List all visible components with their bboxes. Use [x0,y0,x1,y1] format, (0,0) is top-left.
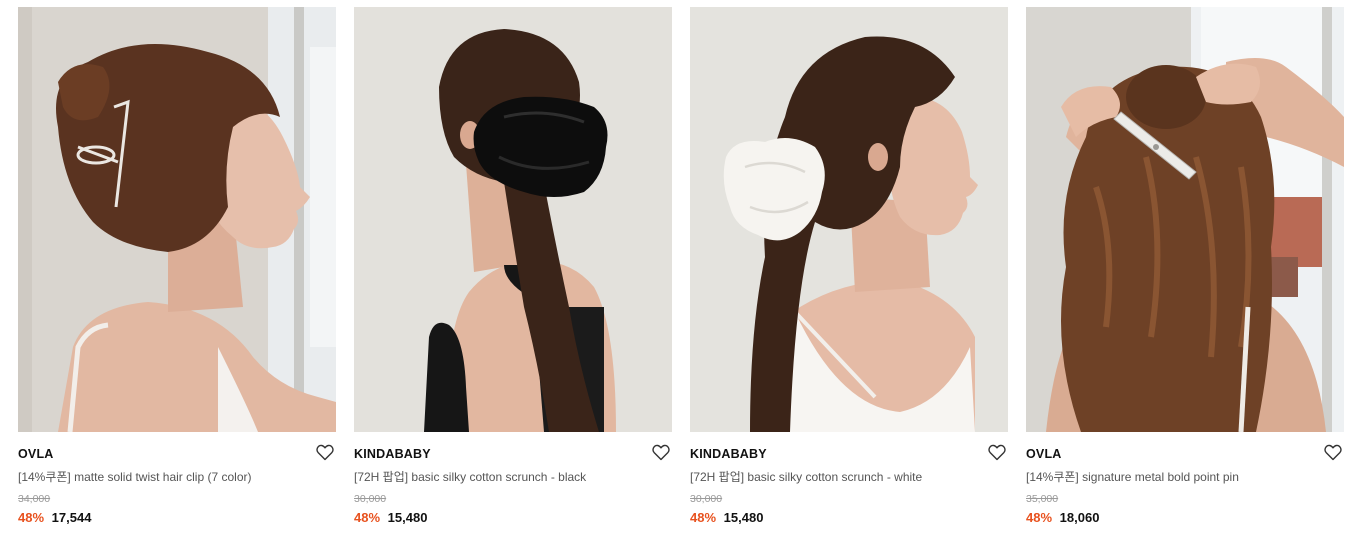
price-row: 48% 18,060 [1026,510,1344,526]
discount-rate: 48% [354,510,381,525]
sale-price: 15,480 [387,510,428,525]
price-row: 48% 17,544 [18,510,336,526]
sale-price: 17,544 [51,510,92,525]
product-name[interactable]: [14%쿠폰] matte solid twist hair clip (7 c… [18,470,336,485]
original-price: 30,000 [690,493,723,505]
product-card[interactable]: KINDABABY [72H 팝업] basic silky cotton sc… [690,7,1008,526]
product-card[interactable]: OVLA [14%쿠폰] matte solid twist hair clip… [18,7,336,526]
price-row: 48% 15,480 [354,510,672,526]
product-info: KINDABABY [72H 팝업] basic silky cotton sc… [690,432,1008,526]
product-name[interactable]: [14%쿠폰] signature metal bold point pin [1026,470,1344,485]
product-image[interactable] [1026,7,1344,432]
product-image[interactable] [690,7,1008,432]
heart-outline-icon[interactable] [652,444,670,461]
heart-outline-icon[interactable] [1324,444,1342,461]
product-name[interactable]: [72H 팝업] basic silky cotton scrunch - wh… [690,470,1008,485]
heart-outline-icon[interactable] [316,444,334,461]
original-price: 34,000 [18,493,51,505]
discount-rate: 48% [18,510,45,525]
product-image[interactable] [354,7,672,432]
brand-name[interactable]: OVLA [1026,446,1344,462]
brand-name[interactable]: KINDABABY [354,446,672,462]
discount-rate: 48% [1026,510,1053,525]
product-info: OVLA [14%쿠폰] matte solid twist hair clip… [18,432,336,526]
sale-price: 18,060 [1059,510,1100,525]
sale-price: 15,480 [723,510,764,525]
product-card[interactable]: KINDABABY [72H 팝업] basic silky cotton sc… [354,7,672,526]
price-row: 48% 15,480 [690,510,1008,526]
product-image[interactable] [18,7,336,432]
brand-name[interactable]: OVLA [18,446,336,462]
product-name[interactable]: [72H 팝업] basic silky cotton scrunch - bl… [354,470,672,485]
original-price: 35,000 [1026,493,1059,505]
discount-rate: 48% [690,510,717,525]
product-grid: OVLA [14%쿠폰] matte solid twist hair clip… [18,7,1344,526]
product-info: OVLA [14%쿠폰] signature metal bold point … [1026,432,1344,526]
product-card[interactable]: OVLA [14%쿠폰] signature metal bold point … [1026,7,1344,526]
product-info: KINDABABY [72H 팝업] basic silky cotton sc… [354,432,672,526]
brand-name[interactable]: KINDABABY [690,446,1008,462]
heart-outline-icon[interactable] [988,444,1006,461]
original-price: 30,000 [354,493,387,505]
